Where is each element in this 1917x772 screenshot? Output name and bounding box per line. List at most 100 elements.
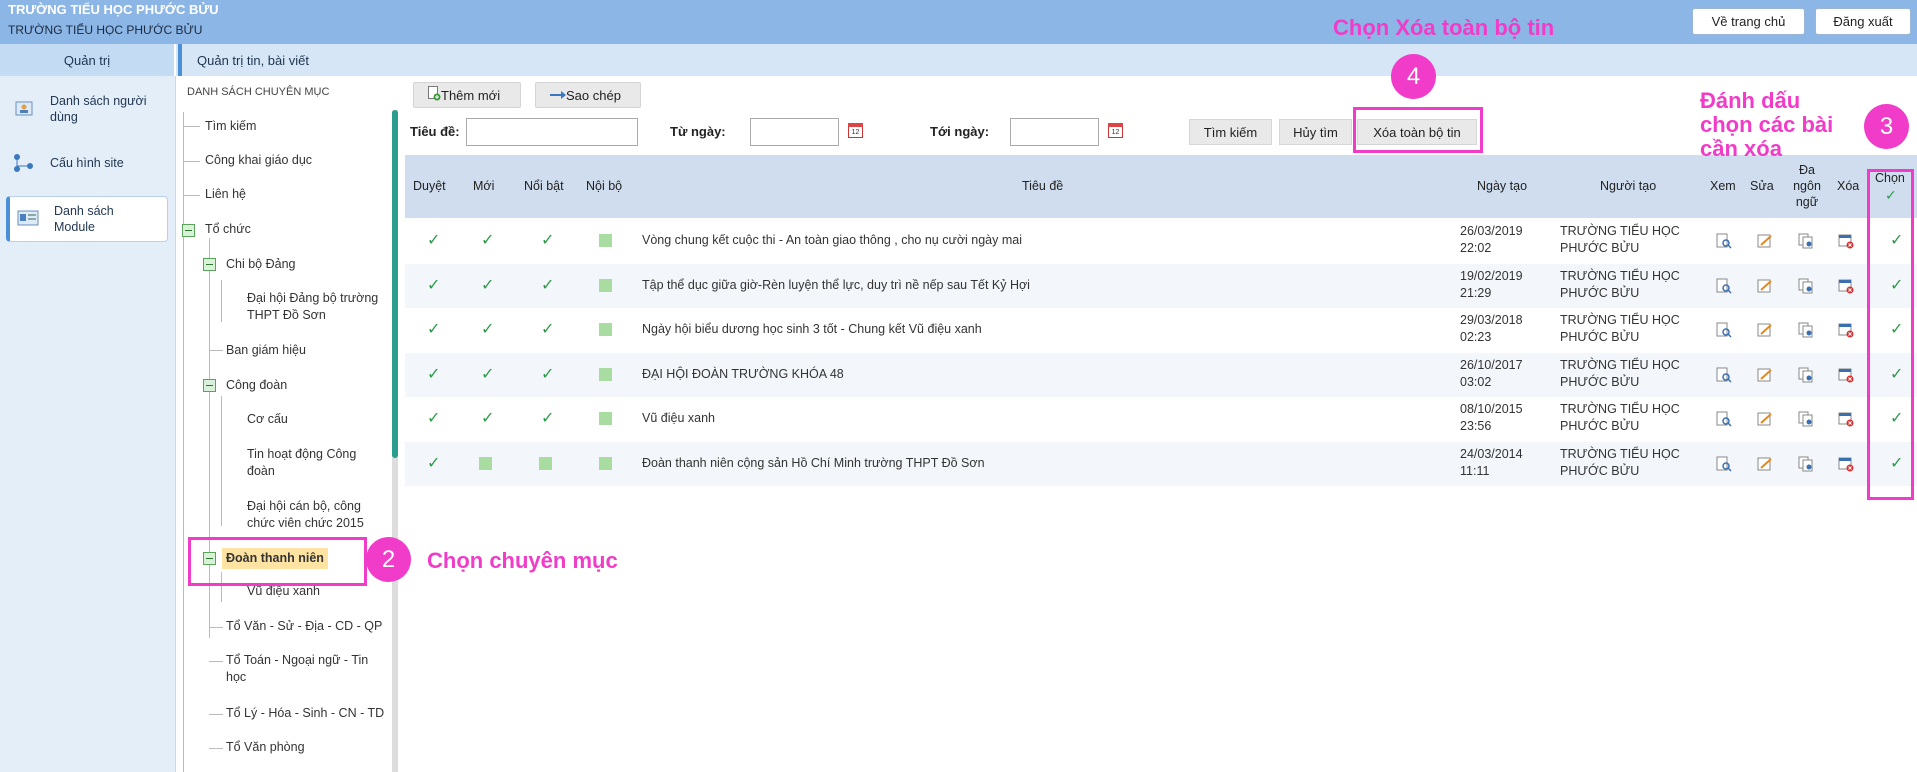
delete-icon[interactable] [1838,278,1854,294]
new-check[interactable]: ✓ [481,275,494,295]
tree-line [209,661,223,662]
copy-button[interactable]: Sao chép [535,82,641,108]
featured-check[interactable]: ✓ [541,319,554,339]
logout-button[interactable]: Đăng xuất [1815,8,1911,35]
delete-icon[interactable] [1838,456,1854,472]
new-toggle[interactable] [479,456,492,470]
row-date: 24/03/2014 [1460,446,1523,461]
tree-node-dai-hoi-dang-bo[interactable]: Đại hội Đảng bộ trường THPT Đồ Sơn [247,290,387,324]
module-list-icon [16,207,40,231]
approved-check[interactable]: ✓ [427,230,440,250]
tree-node-cong-khai[interactable]: Công khai giáo dục [205,152,312,169]
new-check[interactable]: ✓ [481,364,494,384]
tree-collapse-toggle[interactable] [203,379,216,392]
admin-tab[interactable]: Quản trị [0,44,176,76]
multilanguage-icon[interactable] [1798,233,1814,249]
row-title[interactable]: Vòng chung kết cuộc thi - An toàn giao t… [642,233,1022,247]
new-check[interactable]: ✓ [481,230,494,250]
row-title[interactable]: Đoàn thanh niên cộng sản Hồ Chí Minh trư… [642,456,985,470]
featured-check[interactable]: ✓ [541,364,554,384]
edit-icon[interactable] [1757,322,1773,338]
from-date-input[interactable] [750,118,839,146]
col-header-nguoi-tao[interactable]: Người tạo [1600,179,1656,193]
internal-toggle[interactable] [599,234,612,247]
sidebar-item-module-list[interactable]: Danh sách Module [6,196,168,242]
tree-collapse-toggle[interactable] [182,224,195,237]
from-calendar-icon[interactable]: 12 [848,123,863,138]
view-icon[interactable] [1716,322,1732,338]
view-icon[interactable] [1716,411,1732,427]
internal-toggle[interactable] [599,367,612,381]
tree-node-cong-doan[interactable]: Công đoàn [226,377,287,394]
tree-node-tin-hoat-dong[interactable]: Tin hoạt động Công đoàn [247,446,377,480]
sidebar [0,76,176,772]
delete-icon[interactable] [1838,233,1854,249]
tree-node-ban-giam-hieu[interactable]: Ban giám hiệu [226,342,306,359]
view-icon[interactable] [1716,278,1732,294]
col-header-ngay-tao[interactable]: Ngày tạo [1477,179,1527,193]
multilanguage-icon[interactable] [1798,367,1814,383]
internal-toggle[interactable] [599,323,612,336]
title-filter-input[interactable] [466,118,638,146]
internal-toggle[interactable] [599,456,612,470]
tree-node-to-chuc[interactable]: Tổ chức [205,221,251,238]
featured-check[interactable]: ✓ [541,408,554,428]
row-creator: TRƯỜNG TIỂU HỌC [1560,224,1680,238]
featured-toggle[interactable] [539,456,552,470]
delete-icon[interactable] [1838,322,1854,338]
edit-icon[interactable] [1757,411,1773,427]
home-button[interactable]: Về trang chủ [1692,8,1805,35]
row-title[interactable]: Tập thể dục giữa giờ-Rèn luyện thể lực, … [642,278,1030,292]
to-calendar-icon[interactable]: 12 [1108,123,1123,138]
tree-node-tim-kiem[interactable]: Tìm kiếm [205,118,256,135]
add-new-button[interactable]: Thêm mới [413,82,521,108]
tree-node-lien-he[interactable]: Liên hệ [205,186,246,203]
edit-icon[interactable] [1757,367,1773,383]
tree-node-to-ly[interactable]: Tổ Lý - Hóa - Sinh - CN - TD [226,705,384,722]
col-header-duyet[interactable]: Duyệt [413,179,446,193]
tree-node-co-cau[interactable]: Cơ cấu [247,411,288,428]
tree-collapse-toggle[interactable] [203,258,216,271]
delete-icon[interactable] [1838,367,1854,383]
tree-node-to-van-phong[interactable]: Tổ Văn phòng [226,739,305,756]
sidebar-item-user-list[interactable]: Danh sách người dùng [6,92,168,126]
new-check[interactable]: ✓ [481,319,494,339]
row-title[interactable]: ĐẠI HỘI ĐOÀN TRƯỜNG KHÓA 48 [642,367,844,381]
cancel-search-button[interactable]: Hủy tìm [1279,119,1352,145]
featured-check[interactable]: ✓ [541,275,554,295]
multilanguage-icon[interactable] [1798,278,1814,294]
sidebar-item-site-config[interactable]: Cấu hình site [6,150,168,176]
approved-check[interactable]: ✓ [427,408,440,428]
tree-node-to-van[interactable]: Tổ Văn - Sử - Địa - CD - QP [226,618,382,635]
to-date-input[interactable] [1010,118,1099,146]
col-header-tieu-de[interactable]: Tiêu đề [1022,179,1063,193]
approved-check[interactable]: ✓ [427,319,440,339]
col-header-moi[interactable]: Mới [473,179,494,193]
tree-node-chi-bo[interactable]: Chi bộ Đảng [226,256,296,273]
approved-check[interactable]: ✓ [427,364,440,384]
delete-icon[interactable] [1838,411,1854,427]
view-icon[interactable] [1716,456,1732,472]
col-header-noi-bo[interactable]: Nội bộ [586,179,622,193]
featured-check[interactable]: ✓ [541,230,554,250]
col-header-noi-bat[interactable]: Nổi bật [524,179,564,193]
approved-check[interactable]: ✓ [427,275,440,295]
approved-check[interactable]: ✓ [427,453,440,473]
new-check[interactable]: ✓ [481,408,494,428]
internal-toggle[interactable] [599,278,612,292]
view-icon[interactable] [1716,367,1732,383]
search-button[interactable]: Tìm kiếm [1189,119,1272,145]
edit-icon[interactable] [1757,278,1773,294]
tree-scrollbar-thumb[interactable] [392,110,398,458]
edit-icon[interactable] [1757,233,1773,249]
row-title[interactable]: Ngày hội biểu dương học sinh 3 tốt - Chu… [642,322,982,336]
multilanguage-icon[interactable] [1798,322,1814,338]
edit-icon[interactable] [1757,456,1773,472]
internal-toggle[interactable] [599,412,612,425]
tree-node-dai-hoi-can-bo[interactable]: Đại hội cán bộ, công chức viên chức 2015 [247,498,382,532]
view-icon[interactable] [1716,233,1732,249]
tree-node-to-toan[interactable]: Tổ Toán - Ngoại ngữ - Tin học [226,652,381,686]
row-title[interactable]: Vũ điệu xanh [642,411,715,425]
multilanguage-icon[interactable] [1798,456,1814,472]
multilanguage-icon[interactable] [1798,411,1814,427]
